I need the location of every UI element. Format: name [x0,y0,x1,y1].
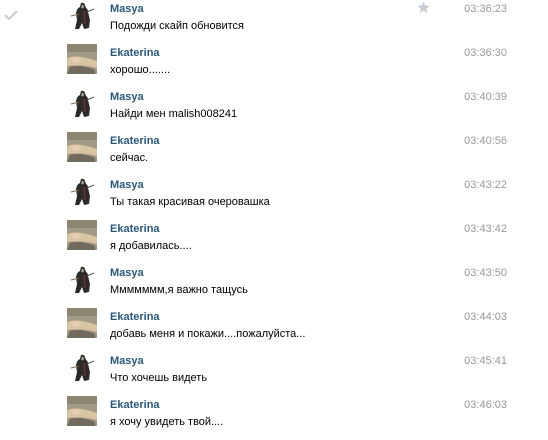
message-text: Что хочешь видеть [110,372,208,384]
ekaterina-avatar[interactable] [67,132,97,162]
star-icon[interactable] [417,1,430,14]
message-time: 03:36:30 [464,47,507,59]
message-item[interactable]: Masya Ммммммм,я важно тащусь 03:43:50 [67,264,507,308]
message-text: хорошо....... [110,64,171,76]
message-author[interactable]: Ekaterina [110,398,160,412]
message-item[interactable]: Masya Что хочешь видеть 03:45:41 [67,352,507,396]
message-text: Найди мен malish008241 [110,108,238,120]
message-item[interactable]: Masya Найди мен malish008241 03:40:39 [67,88,507,132]
message-time: 03:43:22 [464,179,507,191]
message-time: 03:43:50 [464,267,507,279]
message-text: Ммммммм,я важно тащусь [110,284,248,296]
message-author[interactable]: Masya [110,354,144,368]
message-time: 03:40:56 [464,135,507,147]
message-author[interactable]: Masya [110,178,144,192]
check-icon[interactable] [4,10,18,20]
message-author[interactable]: Ekaterina [110,310,160,324]
message-author[interactable]: Ekaterina [110,222,160,236]
message-author[interactable]: Ekaterina [110,46,160,60]
message-time: 03:46:03 [464,399,507,411]
message-author[interactable]: Masya [110,266,144,280]
message-time: 03:45:41 [464,355,507,367]
message-author[interactable]: Masya [110,90,144,104]
message-text: я добавилась.... [110,240,192,252]
message-item[interactable]: Masya Подожди скайп обновится 03:36:23 [67,0,507,44]
message-time: 03:40:39 [464,91,507,103]
message-time: 03:43:42 [464,223,507,235]
message-text: Ты такая красивая очеровашка [110,196,270,208]
message-item[interactable]: Ekaterina сейчас. 03:40:56 [67,132,507,176]
message-text: сейчас. [110,152,149,164]
message-item[interactable]: Ekaterina я добавилась.... 03:43:42 [67,220,507,264]
masya-avatar[interactable] [67,0,97,30]
message-item[interactable]: Ekaterina я хочу увидеть твой.... 03:46:… [67,396,507,440]
ekaterina-avatar[interactable] [67,308,97,338]
masya-avatar[interactable] [67,352,97,382]
message-time: 03:36:23 [464,3,507,15]
ekaterina-avatar[interactable] [67,396,97,426]
message-item[interactable]: Masya Ты такая красивая очеровашка 03:43… [67,176,507,220]
masya-avatar[interactable] [67,88,97,118]
message-author[interactable]: Ekaterina [110,134,160,148]
masya-avatar[interactable] [67,176,97,206]
message-time: 03:44:03 [464,311,507,323]
message-text: Подожди скайп обновится [110,20,244,32]
message-author[interactable]: Masya [110,2,144,16]
message-item[interactable]: Ekaterina добавь меня и покажи....пожалу… [67,308,507,352]
ekaterina-avatar[interactable] [67,44,97,74]
masya-avatar[interactable] [67,264,97,294]
message-text: я хочу увидеть твой.... [110,416,224,428]
message-item[interactable]: Ekaterina хорошо....... 03:36:30 [67,44,507,88]
ekaterina-avatar[interactable] [67,220,97,250]
message-text: добавь меня и покажи....пожалуйста... [110,328,306,340]
